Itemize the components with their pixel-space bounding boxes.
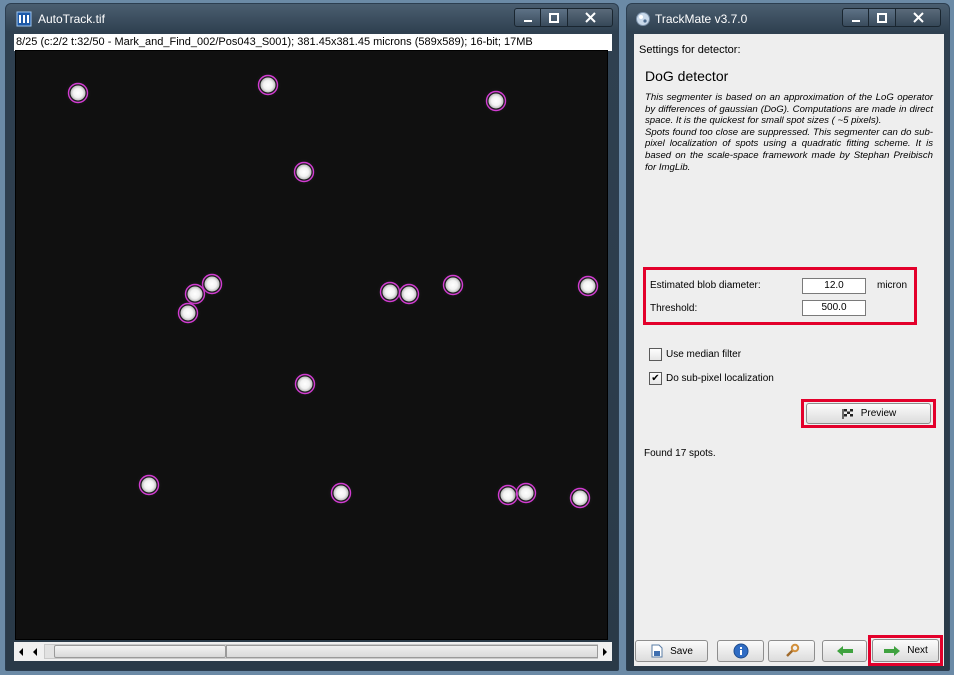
maximize-icon	[549, 12, 559, 23]
minimize-icon	[523, 19, 532, 22]
detected-spot	[439, 271, 467, 299]
detected-spot	[574, 272, 602, 300]
save-button[interactable]: Save	[635, 640, 708, 662]
detector-settings-panel: Settings for detector: DoG detector This…	[634, 34, 944, 634]
trackmate-window: TrackMate v3.7.0 Settings for detector: …	[626, 3, 950, 671]
next-button[interactable]: Next	[872, 639, 939, 662]
threshold-label: Threshold:	[650, 303, 698, 314]
scroll-left-icon[interactable]	[14, 644, 27, 659]
settings-label: Settings for detector:	[639, 44, 741, 56]
detected-spot	[291, 370, 319, 398]
configure-views-button[interactable]	[768, 640, 815, 662]
minimize-icon	[851, 19, 860, 22]
trackmate-app-icon	[635, 11, 651, 27]
detected-spot	[290, 158, 318, 186]
detected-spot	[135, 471, 163, 499]
image-window-titlebar[interactable]: AutoTrack.tif	[6, 4, 618, 34]
close-button[interactable]	[896, 8, 941, 27]
trackmate-titlebar[interactable]: TrackMate v3.7.0	[627, 4, 949, 34]
checkered-flag-icon	[842, 408, 853, 419]
median-filter-checkbox[interactable]	[649, 348, 662, 361]
wizard-button-bar: Save Next	[634, 634, 944, 666]
detector-title: DoG detector	[645, 68, 729, 84]
arrow-right-icon	[884, 645, 901, 656]
maximize-icon	[877, 12, 887, 23]
previous-button[interactable]	[822, 640, 867, 662]
wrench-icon	[785, 643, 799, 657]
detector-description: This segmenter is based on an approximat…	[645, 92, 933, 173]
detected-spot	[512, 479, 540, 507]
image-window: AutoTrack.tif 8/25 (c:2/2 t:32/50 - Mark…	[5, 3, 619, 671]
description-paragraph-1: This segmenter is based on an approximat…	[645, 92, 933, 127]
blob-diameter-input[interactable]: 12.0	[802, 278, 866, 294]
description-paragraph-2: Spots found too close are suppressed. Th…	[645, 126, 933, 173]
next-label: Next	[907, 645, 928, 656]
maximize-button[interactable]	[541, 8, 568, 27]
detected-spot	[395, 280, 423, 308]
save-label: Save	[670, 645, 693, 657]
horizontal-scrollbar[interactable]	[14, 642, 612, 661]
arrow-left-icon	[836, 646, 853, 656]
detected-spot	[64, 79, 92, 107]
blob-diameter-unit: micron	[877, 280, 908, 291]
found-spots-status: Found 17 spots.	[644, 448, 716, 459]
preview-button[interactable]: Preview	[806, 403, 931, 424]
subpixel-checkbox[interactable]: ✔	[649, 372, 662, 385]
save-document-icon	[651, 644, 663, 658]
median-filter-label: Use median filter	[666, 349, 742, 360]
detected-spot	[566, 484, 594, 512]
maximize-button[interactable]	[869, 8, 896, 27]
image-info-bar: 8/25 (c:2/2 t:32/50 - Mark_and_Find_002/…	[14, 34, 612, 51]
close-icon	[584, 12, 596, 23]
trackmate-title: TrackMate v3.7.0	[655, 12, 748, 26]
scroll-right-arrow-icon[interactable]	[598, 644, 611, 659]
close-button[interactable]	[568, 8, 613, 27]
detected-spot	[174, 299, 202, 327]
image-window-title: AutoTrack.tif	[38, 12, 105, 26]
parameters-highlight	[643, 267, 917, 325]
detected-spot	[482, 87, 510, 115]
blob-diameter-label: Estimated blob diameter:	[650, 280, 761, 291]
detected-spot	[327, 479, 355, 507]
image-canvas[interactable]	[15, 50, 608, 640]
scroll-thumb[interactable]	[54, 645, 226, 658]
minimize-button[interactable]	[514, 8, 541, 27]
subpixel-label: Do sub-pixel localization	[666, 373, 774, 384]
image-overlay	[64, 71, 602, 512]
threshold-input[interactable]: 500.0	[802, 300, 866, 316]
info-icon	[733, 643, 748, 659]
log-info-button[interactable]	[717, 640, 764, 662]
imagej-app-icon	[16, 11, 32, 27]
detected-spot	[254, 71, 282, 99]
preview-label: Preview	[860, 408, 897, 419]
scroll-track-right[interactable]	[226, 645, 598, 658]
scroll-left-arrow-icon[interactable]	[28, 644, 41, 659]
minimize-button[interactable]	[842, 8, 869, 27]
close-icon	[912, 12, 924, 23]
